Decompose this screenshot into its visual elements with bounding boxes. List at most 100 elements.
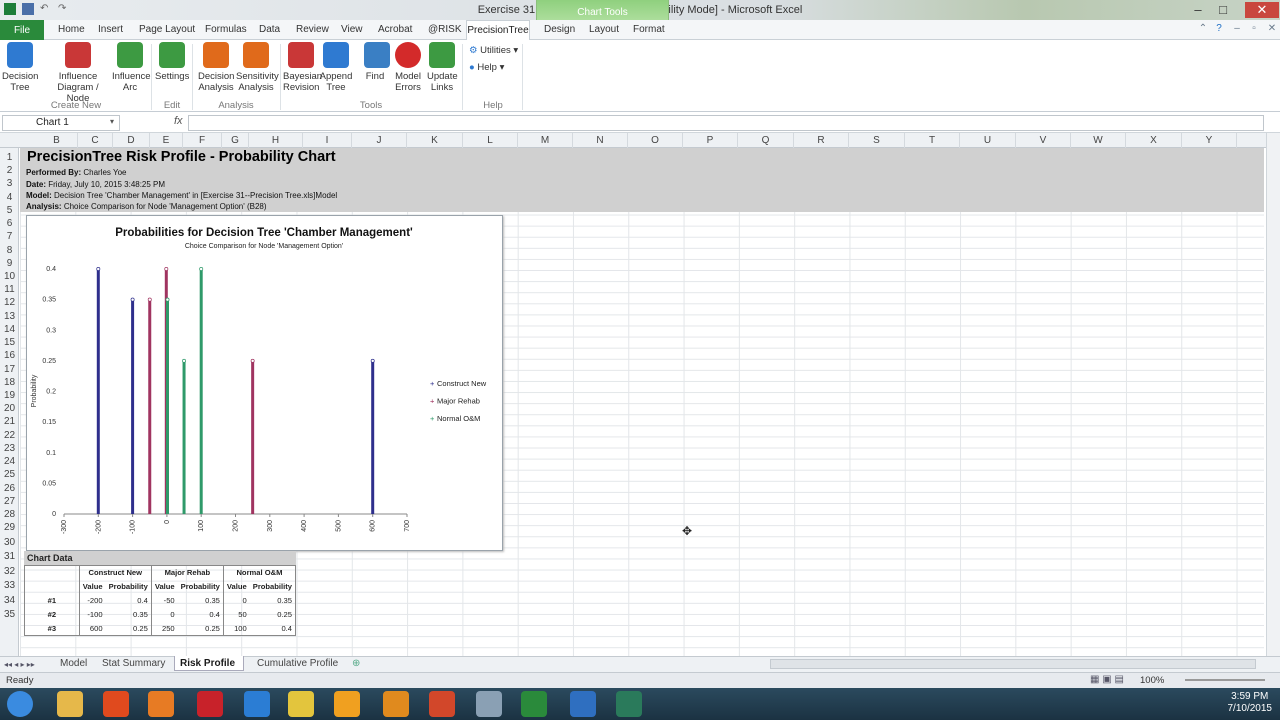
- start-icon[interactable]: [7, 691, 33, 717]
- column-header-k[interactable]: K: [407, 133, 463, 148]
- tab-layout[interactable]: Layout: [589, 24, 619, 35]
- row-header[interactable]: 11: [0, 284, 19, 295]
- vertical-scrollbar[interactable]: [1266, 133, 1280, 656]
- name-box[interactable]: Chart 1: [2, 115, 120, 131]
- column-header-g[interactable]: G: [222, 133, 249, 148]
- row-header[interactable]: 23: [0, 443, 19, 454]
- column-header-e[interactable]: E: [150, 133, 183, 148]
- doc-restore-icon[interactable]: ▫: [1248, 23, 1260, 35]
- clock[interactable]: 3:59 PM 7/10/2015: [1228, 691, 1273, 715]
- zoom-level[interactable]: 100%: [1140, 675, 1164, 686]
- tab-data[interactable]: Data: [259, 24, 280, 35]
- row-header[interactable]: 16: [0, 350, 19, 361]
- column-header-r[interactable]: R: [794, 133, 849, 148]
- ribbon-button-influence-diagram-node[interactable]: Influence Diagram / Node: [46, 42, 110, 104]
- tab-risk[interactable]: @RISK: [428, 24, 462, 35]
- column-header-p[interactable]: P: [683, 133, 738, 148]
- office-icon[interactable]: [103, 691, 129, 717]
- row-header[interactable]: 14: [0, 324, 19, 335]
- column-header-q[interactable]: Q: [738, 133, 794, 148]
- row-header[interactable]: 13: [0, 311, 19, 322]
- ribbon-button-append-tree[interactable]: Append Tree: [319, 42, 353, 93]
- table-cell[interactable]: 0.25: [250, 608, 296, 622]
- column-header-x[interactable]: X: [1126, 133, 1182, 148]
- tab-formulas[interactable]: Formulas: [205, 24, 247, 35]
- column-header-c[interactable]: C: [78, 133, 113, 148]
- row-header[interactable]: 5: [0, 205, 19, 216]
- row-header[interactable]: 26: [0, 483, 19, 494]
- table-cell[interactable]: 0.4: [250, 622, 296, 636]
- zoom-slider[interactable]: [1185, 679, 1265, 681]
- tab-insert[interactable]: Insert: [98, 24, 123, 35]
- acrobat-icon[interactable]: [197, 691, 223, 717]
- row-header[interactable]: 24: [0, 456, 19, 467]
- row-header[interactable]: 25: [0, 469, 19, 480]
- table-cell[interactable]: 0.35: [106, 608, 152, 622]
- row-header[interactable]: 1: [0, 152, 19, 163]
- tab-format[interactable]: Format: [633, 24, 665, 35]
- row-header[interactable]: 27: [0, 496, 19, 507]
- row-header[interactable]: 6: [0, 218, 19, 229]
- ribbon-button-sensitivity-analysis[interactable]: Sensitivity Analysis: [236, 42, 279, 93]
- row-header[interactable]: 7: [0, 231, 19, 242]
- column-header-v[interactable]: V: [1016, 133, 1071, 148]
- column-header-o[interactable]: O: [628, 133, 683, 148]
- doc-minimize-icon[interactable]: –: [1231, 23, 1243, 35]
- table-cell[interactable]: 250: [150, 621, 178, 636]
- column-header-b[interactable]: B: [36, 133, 78, 148]
- function-icon[interactable]: fx: [174, 115, 183, 127]
- sheet-tab-stat-summary[interactable]: Stat Summary: [102, 658, 165, 669]
- sheet-tab-cumulative-profile[interactable]: Cumulative Profile: [257, 658, 338, 669]
- ribbon-button-find[interactable]: Find: [364, 42, 390, 82]
- tab-file[interactable]: File: [0, 20, 44, 40]
- table-cell[interactable]: 0.25: [178, 622, 224, 636]
- row-header[interactable]: 8: [0, 245, 19, 256]
- google-earth-icon[interactable]: [570, 691, 596, 717]
- help-icon[interactable]: ?: [1213, 23, 1225, 35]
- insert-sheet-icon[interactable]: ⊕: [352, 658, 360, 669]
- column-header-u[interactable]: U: [960, 133, 1016, 148]
- row-header[interactable]: 30: [0, 537, 19, 548]
- row-header[interactable]: 21: [0, 416, 19, 427]
- row-header[interactable]: 32: [0, 566, 19, 577]
- ribbon-button-update-links[interactable]: Update Links: [427, 42, 458, 93]
- powerpoint-icon[interactable]: [429, 691, 455, 717]
- row-header[interactable]: 2: [0, 165, 19, 176]
- row-header[interactable]: 10: [0, 271, 19, 282]
- table-cell[interactable]: 0.35: [250, 594, 296, 608]
- tab-home[interactable]: Home: [58, 24, 85, 35]
- column-header-m[interactable]: M: [518, 133, 573, 148]
- tab-view[interactable]: View: [341, 24, 363, 35]
- tab-design[interactable]: Design: [544, 24, 575, 35]
- table-cell[interactable]: -200: [79, 594, 105, 608]
- tab-review[interactable]: Review: [296, 24, 329, 35]
- utilities-button[interactable]: ⚙ Utilities ▾: [469, 45, 518, 56]
- row-header[interactable]: 4: [0, 192, 19, 203]
- tab-acrobat[interactable]: Acrobat: [378, 24, 412, 35]
- ribbon-collapse-icon[interactable]: ⌃: [1197, 23, 1209, 35]
- namebox-dropdown-icon[interactable]: ▾: [110, 117, 114, 126]
- row-header[interactable]: 28: [0, 509, 19, 520]
- doc-close-icon[interactable]: ✕: [1266, 23, 1278, 35]
- folder-icon[interactable]: [57, 691, 83, 717]
- row-header[interactable]: 20: [0, 403, 19, 414]
- ribbon-button-influence-arc[interactable]: Influence Arc: [112, 42, 151, 93]
- table-cell[interactable]: -50: [150, 593, 178, 608]
- table-cell[interactable]: 50: [222, 607, 250, 622]
- minimize-icon[interactable]: –: [1187, 2, 1209, 17]
- column-header-s[interactable]: S: [849, 133, 905, 148]
- ribbon-button-decision-analysis[interactable]: Decision Analysis: [198, 42, 234, 93]
- row-header[interactable]: 12: [0, 297, 19, 308]
- table-cell[interactable]: 0.25: [106, 622, 152, 636]
- column-header-i[interactable]: I: [303, 133, 352, 148]
- row-header[interactable]: 34: [0, 595, 19, 606]
- row-header[interactable]: 18: [0, 377, 19, 388]
- row-header[interactable]: 22: [0, 430, 19, 441]
- outlook-icon[interactable]: [383, 691, 409, 717]
- excel-icon[interactable]: [521, 691, 547, 717]
- column-header-d[interactable]: D: [113, 133, 150, 148]
- column-header-t[interactable]: T: [905, 133, 960, 148]
- table-cell[interactable]: 0: [150, 607, 178, 622]
- row-header[interactable]: 19: [0, 390, 19, 401]
- row-header[interactable]: 33: [0, 580, 19, 591]
